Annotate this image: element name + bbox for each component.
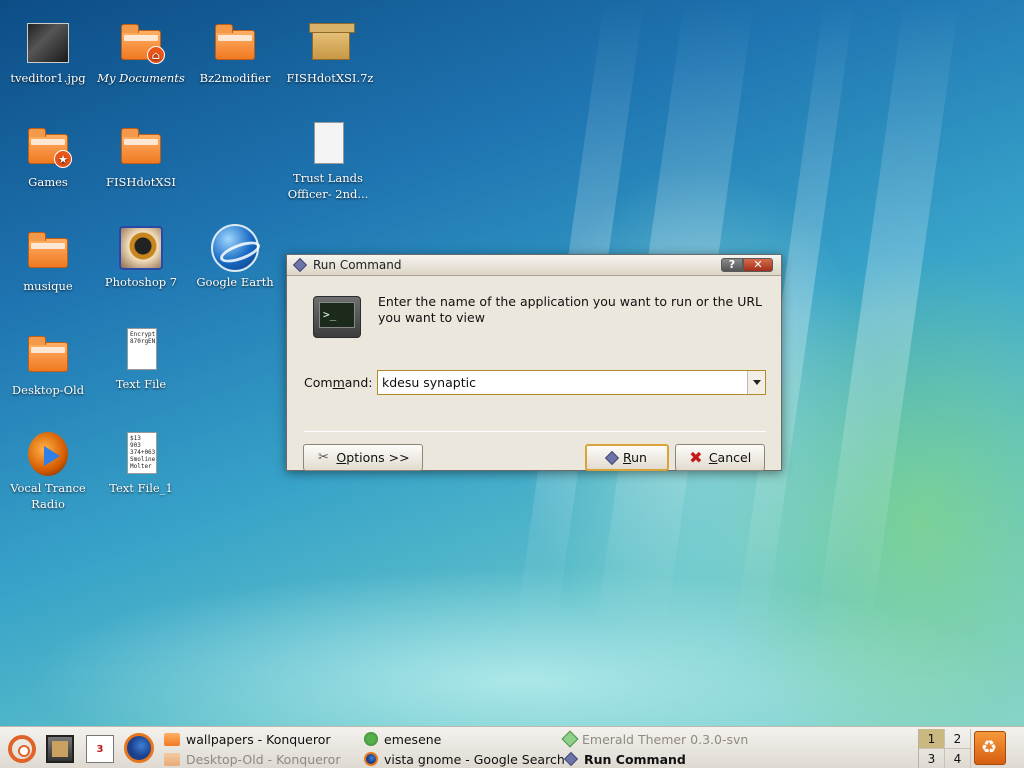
- desktop-icon-bz2modifier[interactable]: Bz2modifier: [189, 20, 281, 86]
- desktop-icon-label: Vocal Trance Radio: [10, 481, 86, 511]
- chevron-down-icon[interactable]: [747, 371, 765, 394]
- close-button[interactable]: ✕: [743, 258, 773, 272]
- cancel-button[interactable]: ✖ Cancel: [675, 444, 765, 471]
- desktop-icon-trust-lands[interactable]: Trust Lands Officer- 2nd...: [282, 120, 374, 202]
- task-label: vista gnome - Google Search: [384, 751, 565, 767]
- desktop-icon-games[interactable]: ★ Games: [2, 124, 94, 190]
- desktop-icon-label: Text File_1: [109, 481, 173, 495]
- show-desktop-icon[interactable]: [46, 735, 74, 763]
- cancel-x-icon: ✖: [689, 447, 703, 467]
- kde-diamond-icon: [604, 450, 620, 465]
- home-folder-icon: ⌂: [117, 20, 165, 68]
- cancel-button-label: Cancel: [708, 450, 752, 465]
- text-file-icon: $13 903 374+063 Smoline Molter: [117, 430, 165, 478]
- task-desktop-old-konqueror[interactable]: Desktop-Old - Konqueror: [164, 749, 340, 768]
- task-label: wallpapers - Konqueror: [186, 731, 331, 747]
- desktop-icon-label: Bz2modifier: [199, 71, 271, 85]
- dialog-message: Enter the name of the application you wa…: [378, 294, 763, 325]
- task-label: Emerald Themer 0.3.0-svn: [582, 731, 749, 747]
- desktop-icon-vocal-trance-radio[interactable]: Vocal Trance Radio: [2, 430, 94, 512]
- desktop-icon-label: musique: [23, 279, 73, 293]
- desktop-icon-label: Photoshop 7: [104, 275, 178, 289]
- desktop-icon-label: Google Earth: [196, 275, 274, 289]
- media-player-icon: [24, 430, 72, 478]
- desktop-icon-musique[interactable]: musique: [2, 228, 94, 294]
- folder-icon: [164, 752, 180, 766]
- command-label: Command:: [304, 375, 373, 390]
- kde-diamond-icon: [563, 751, 579, 767]
- desktop-icon-label: Games: [28, 175, 68, 189]
- folder-icon: [211, 20, 259, 68]
- desktop-icon-label: Trust Lands Officer- 2nd...: [287, 171, 369, 201]
- dialog-titlebar[interactable]: Run Command ? ✕: [287, 255, 781, 276]
- desktop-icon-my-documents[interactable]: ⌂ My Documents: [95, 20, 187, 86]
- folder-icon: [24, 332, 72, 380]
- task-run-command[interactable]: Run Command: [563, 749, 686, 768]
- taskbar: 3 wallpapers - Konqueror Desktop-Old - K…: [0, 726, 1024, 768]
- emesene-icon: [364, 732, 378, 746]
- options-button-label: Options >>: [336, 450, 410, 465]
- folder-icon: [164, 732, 180, 746]
- ubuntu-menu-icon[interactable]: [8, 735, 36, 763]
- tools-icon: ✂: [317, 449, 329, 465]
- workspace-3[interactable]: 3: [919, 749, 945, 768]
- task-emesene[interactable]: emesene: [364, 729, 441, 749]
- workspace-pager: 1 2 3 4: [918, 729, 971, 768]
- desktop-icon-label: tveditor1.jpg: [10, 71, 86, 85]
- run-button-label: Run: [623, 450, 647, 465]
- task-emerald-themer[interactable]: Emerald Themer 0.3.0-svn: [561, 729, 749, 749]
- task-label: Run Command: [584, 751, 686, 767]
- emerald-gem-icon: [561, 730, 579, 748]
- run-command-dialog: Run Command ? ✕ >_ Enter the name of the…: [286, 254, 782, 471]
- options-button[interactable]: ✂ Options >>: [303, 444, 423, 471]
- workspace-4[interactable]: 4: [945, 749, 971, 768]
- kde-diamond-icon: [292, 257, 308, 273]
- desktop-icon-desktop-old[interactable]: Desktop-Old: [2, 332, 94, 398]
- firefox-icon[interactable]: [124, 733, 154, 763]
- desktop-icon-photoshop[interactable]: Photoshop 7: [95, 224, 187, 290]
- desktop-icon-tveditor[interactable]: tveditor1.jpg: [2, 20, 94, 86]
- task-label: emesene: [384, 731, 442, 747]
- task-wallpapers-konqueror[interactable]: wallpapers - Konqueror: [164, 729, 331, 749]
- desktop-icon-label: My Documents: [97, 71, 185, 85]
- image-file-icon: [24, 20, 72, 68]
- trash-icon[interactable]: [974, 731, 1006, 765]
- workspace-2[interactable]: 2: [945, 729, 971, 749]
- desktop-icon-text-file[interactable]: Encrypt 870rgEN Text File: [95, 326, 187, 392]
- task-vista-gnome-google-search[interactable]: vista gnome - Google Search: [364, 749, 565, 768]
- desktop-icon-label: Text File: [115, 377, 167, 391]
- command-input[interactable]: [378, 372, 747, 393]
- run-button[interactable]: Run: [585, 444, 669, 471]
- folder-icon: [24, 228, 72, 276]
- command-combobox: [377, 370, 766, 395]
- desktop-icon-fishdotxsi-7z[interactable]: FISHdotXSI.7z: [284, 20, 376, 86]
- dialog-title: Run Command: [313, 258, 402, 272]
- desktop-icon-fishdotxsi[interactable]: FISHdotXSI: [95, 124, 187, 190]
- desktop-icon-label: FISHdotXSI.7z: [286, 71, 374, 85]
- desktop-icon-label: FISHdotXSI: [106, 175, 176, 189]
- globe-icon: [211, 224, 259, 272]
- folder-icon: [117, 124, 165, 172]
- workspace-1[interactable]: 1: [919, 729, 945, 749]
- desktop-icon-text-file-1[interactable]: $13 903 374+063 Smoline Molter Text File…: [95, 430, 187, 496]
- document-icon: [304, 120, 352, 168]
- dialog-separator: [304, 431, 766, 432]
- desktop-icon-label: Desktop-Old: [11, 383, 85, 397]
- text-file-icon: Encrypt 870rgEN: [117, 326, 165, 374]
- photoshop-eye-icon: [117, 224, 165, 272]
- help-button[interactable]: ?: [721, 258, 743, 272]
- firefox-icon: [364, 752, 378, 766]
- task-label: Desktop-Old - Konqueror: [186, 751, 341, 767]
- desktop-icon-google-earth[interactable]: Google Earth: [189, 224, 281, 290]
- terminal-icon: >_: [313, 296, 361, 338]
- archive-icon: [306, 20, 355, 68]
- starred-folder-icon: ★: [24, 124, 72, 172]
- calendar-icon[interactable]: 3: [86, 735, 114, 763]
